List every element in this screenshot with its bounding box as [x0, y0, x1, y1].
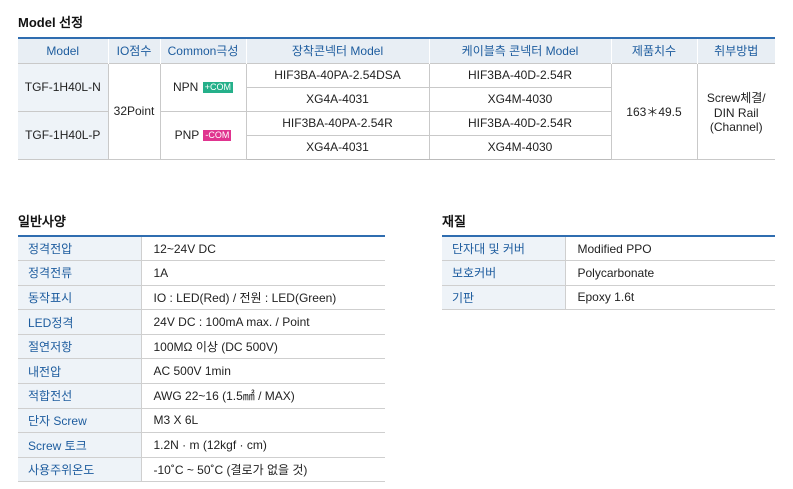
spec-value: 100MΩ 이상 (DC 500V) — [141, 334, 385, 360]
table-row: 사용주위온도 -10˚C ~ 50˚C (결로가 없을 것) — [18, 457, 385, 483]
mount-connector-cell: XG4A-4031 — [246, 86, 430, 112]
general-spec-title: 일반사양 — [18, 214, 66, 229]
mounting-cell: Screw체결/ DIN Rail (Channel) — [696, 62, 775, 160]
table-row: 정격전류 1A — [18, 260, 385, 286]
table-row: 적합전선 AWG 22~16 (1.5㎟ / MAX) — [18, 383, 385, 409]
spec-key: 적합전선 — [18, 383, 142, 409]
model-section-title: Model 선정 — [18, 15, 84, 30]
mount-connector-cell: XG4A-4031 — [246, 134, 430, 160]
header-cable-connector: 케이블측 콘넥터 Model — [428, 37, 611, 63]
spec-key: 기판 — [442, 285, 566, 311]
model-name-p: TGF-1H40L-P — [18, 110, 109, 160]
spec-value: 24V DC : 100mA max. / Point — [141, 309, 385, 335]
mounting-line: (Channel) — [709, 119, 763, 134]
mounting-line: DIN Rail — [713, 105, 759, 120]
spec-key: 절연저항 — [18, 334, 142, 360]
polarity-label: PNP — [174, 128, 200, 142]
spec-value: IO : LED(Red) / 전원 : LED(Green) — [141, 285, 385, 311]
table-row: 보호커버 Polycarbonate — [442, 260, 775, 286]
table-row: TGF-1H40L-N 32Point NPN +COM HIF3BA-40PA… — [18, 62, 775, 160]
table-row: 기판 Epoxy 1.6t — [442, 285, 775, 311]
spec-value: AC 500V 1min — [141, 358, 385, 385]
table-row: 단자 Screw M3 X 6L — [18, 408, 385, 434]
spec-value: M3 X 6L — [141, 408, 385, 434]
table-row: 단자대 및 커버 Modified PPO — [442, 235, 775, 262]
spec-key: 정격전류 — [18, 260, 142, 286]
model-table: Model IO점수 Common극성 장착콘넥터 Model 케이블측 콘넥터… — [18, 37, 775, 160]
mount-connector-cell: HIF3BA-40PA-2.54DSA — [245, 62, 430, 88]
table-row: LED정격 24V DC : 100mA max. / Point — [18, 309, 385, 335]
table-row: 정격전압 12~24V DC — [18, 235, 385, 262]
header-model: Model — [18, 37, 108, 63]
cable-connector-cell: HIF3BA-40D-2.54R — [428, 62, 612, 88]
table-row: Screw 토크 1.2N · m (12kgf · cm) — [18, 432, 385, 458]
polarity-cell-pnp: PNP -COM — [159, 110, 247, 160]
dimensions-cell: 163＊49.5 — [610, 62, 698, 160]
plus-com-badge: +COM — [202, 82, 233, 93]
header-mounting: 취부방법 — [696, 37, 775, 63]
cable-connector-cell: HIF3BA-40D-2.54R — [428, 110, 611, 136]
general-spec-table: 정격전압 12~24V DC 정격전류 1A 동작표시 IO : LED(Red) /… — [18, 235, 385, 483]
spec-key: Screw 토크 — [18, 432, 142, 458]
spec-value: Epoxy 1.6t — [565, 285, 775, 311]
io-points-cell: 32Point — [107, 62, 161, 160]
spec-key: 단자 Screw — [18, 408, 142, 434]
model-name-n: TGF-1H40L-N — [18, 62, 109, 112]
spec-value: AWG 22~16 (1.5㎟ / MAX) — [141, 383, 385, 409]
polarity-label: NPN — [173, 80, 199, 94]
cable-connector-cell: XG4M-4030 — [428, 134, 611, 160]
table-row: 동작표시 IO : LED(Red) / 전원 : LED(Green) — [18, 285, 385, 311]
spec-key: 정격전압 — [18, 235, 142, 262]
table-row: 내전압 AC 500V 1min — [18, 358, 385, 385]
spec-key: LED정격 — [18, 309, 142, 335]
spec-key: 내전압 — [18, 358, 142, 385]
material-spec-title: 재질 — [442, 214, 466, 229]
spec-value: Modified PPO — [565, 235, 775, 262]
header-common-polarity: Common극성 — [159, 37, 246, 63]
polarity-cell-npn: NPN +COM — [159, 62, 247, 112]
mounting-line: Screw체결/ — [706, 90, 766, 105]
minus-com-badge: -COM — [203, 130, 232, 141]
spec-value: -10˚C ~ 50˚C (결로가 없을 것) — [141, 457, 385, 483]
model-table-header: Model IO점수 Common극성 장착콘넥터 Model 케이블측 콘넥터… — [18, 37, 775, 63]
material-spec-table: 단자대 및 커버 Modified PPO 보호커버 Polycarbonate 기… — [442, 235, 775, 311]
spec-key: 보호커버 — [442, 260, 566, 286]
spec-value: Polycarbonate — [565, 260, 775, 286]
header-dimensions: 제품치수 — [610, 37, 697, 63]
spec-key: 동작표시 — [18, 285, 142, 311]
cable-connector-cell: XG4M-4030 — [428, 86, 611, 112]
spec-value: 1.2N · m (12kgf · cm) — [141, 432, 385, 458]
spec-key: 단자대 및 커버 — [442, 235, 566, 262]
spec-key: 사용주위온도 — [18, 457, 142, 483]
spec-value: 1A — [141, 260, 385, 286]
spec-value: 12~24V DC — [141, 235, 385, 262]
header-mount-connector: 장착콘넥터 Model — [245, 37, 429, 63]
header-io-points: IO점수 — [107, 37, 160, 63]
table-row: 절연저항 100MΩ 이상 (DC 500V) — [18, 334, 385, 360]
mount-connector-cell: HIF3BA-40PA-2.54R — [245, 110, 430, 136]
